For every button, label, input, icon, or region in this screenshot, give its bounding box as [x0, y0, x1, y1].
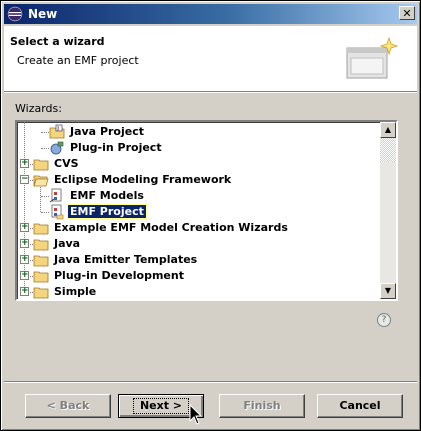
folder-icon: [33, 223, 49, 235]
tree-item-label: Simple: [54, 285, 97, 298]
tree-vertical-scrollbar[interactable]: ▲ ▼: [380, 122, 396, 299]
folder-icon: [33, 287, 49, 299]
expand-icon[interactable]: +: [20, 287, 29, 296]
mouse-pointer-icon: [189, 404, 203, 425]
tree-item[interactable]: + Example EMF Model Creation Wizards: [17, 220, 383, 236]
scroll-thumb[interactable]: [380, 138, 396, 162]
tree-item[interactable]: − Eclipse Modeling Framework: [17, 172, 383, 188]
svg-text:J: J: [56, 126, 59, 132]
tree-item-label: EMF Project: [67, 204, 147, 219]
tree-item[interactable]: Plug-in Project: [17, 140, 383, 156]
close-button[interactable]: ✕: [399, 6, 415, 20]
tree-item-label: Plug-in Project: [70, 141, 162, 154]
tree-item[interactable]: + Simple: [17, 284, 383, 299]
tree-item-label: Example EMF Model Creation Wizards: [54, 221, 288, 234]
cancel-button[interactable]: Cancel: [317, 394, 403, 418]
finish-button-label: Finish: [243, 399, 281, 412]
title-bar[interactable]: New ✕: [4, 4, 417, 24]
tree-item-label: Java: [54, 237, 81, 250]
back-button-label: < Back: [46, 399, 90, 412]
header-separator: [4, 92, 417, 93]
expand-icon[interactable]: +: [20, 159, 29, 168]
folder-icon: [33, 255, 49, 267]
next-button-label: Next >: [132, 398, 190, 414]
emf-models-icon: [49, 188, 62, 203]
folder-icon: [33, 271, 49, 283]
wizard-tree[interactable]: J Java Project Plug-in Project + CVS − Eclipse…: [15, 120, 398, 301]
header-description: Create an EMF project: [17, 54, 139, 67]
tree-item-label: Eclipse Modeling Framework: [54, 173, 232, 186]
folder-icon: [33, 239, 49, 251]
folder-icon: [33, 159, 49, 171]
expand-icon[interactable]: +: [20, 255, 29, 264]
tree-item[interactable]: J Java Project: [17, 124, 383, 140]
tree-item[interactable]: + Java: [17, 236, 383, 252]
expand-icon[interactable]: +: [20, 239, 29, 248]
tree-item[interactable]: EMF Models: [17, 188, 383, 204]
wizards-label: Wizards:: [15, 102, 62, 115]
tree-item-label: CVS: [54, 157, 79, 170]
back-button[interactable]: < Back: [25, 394, 111, 418]
expand-icon[interactable]: +: [20, 271, 29, 280]
finish-button[interactable]: Finish: [219, 394, 305, 418]
collapse-icon[interactable]: −: [20, 175, 29, 184]
tree-item-label: Java Emitter Templates: [54, 253, 198, 266]
cancel-button-label: Cancel: [339, 399, 381, 412]
wizard-dialog: New ✕ Select a wizard Create an EMF proj…: [0, 0, 421, 431]
tree-item-label: Java Project: [70, 125, 144, 138]
window-title: New: [28, 7, 58, 21]
plugin-project-icon: [50, 141, 64, 155]
tree-item-label: EMF Models: [70, 189, 144, 202]
tree-item-label: Plug-in Development: [54, 269, 184, 282]
new-wizard-banner-icon: [346, 36, 399, 79]
eclipse-icon: [7, 6, 23, 22]
tree-item[interactable]: + Plug-in Development: [17, 268, 383, 284]
header-title: Select a wizard: [10, 35, 105, 48]
scroll-up-arrow-icon[interactable]: ▲: [380, 122, 396, 138]
tree-item[interactable]: + Java Emitter Templates: [17, 252, 383, 268]
emf-project-icon: [51, 204, 64, 220]
tree-item[interactable]: EMF Project: [17, 204, 383, 220]
expand-icon[interactable]: +: [20, 223, 29, 232]
tree-item[interactable]: + CVS: [17, 156, 383, 172]
java-project-icon: J: [49, 124, 65, 139]
folder-open-icon: [33, 175, 49, 187]
scroll-down-arrow-icon[interactable]: ▼: [380, 283, 396, 299]
help-icon[interactable]: ?: [377, 313, 391, 327]
wizard-header: Select a wizard Create an EMF project: [4, 26, 417, 92]
